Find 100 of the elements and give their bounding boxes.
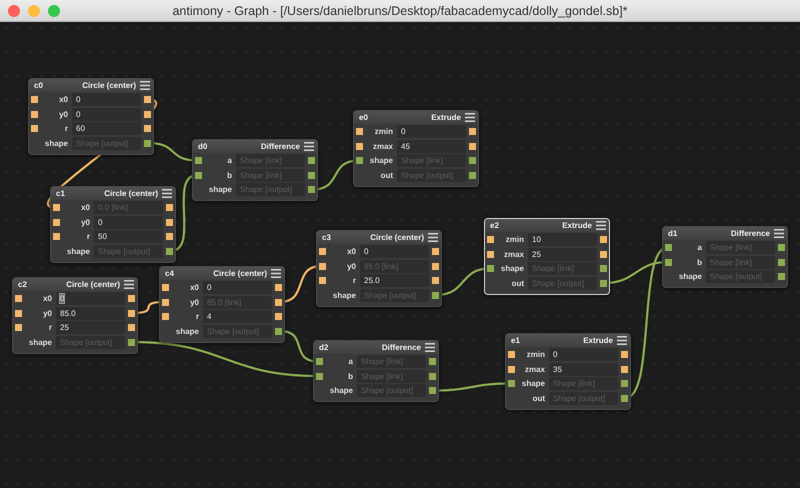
output-port[interactable] <box>166 218 173 226</box>
output-port[interactable] <box>308 172 315 178</box>
input-port[interactable] <box>508 351 515 358</box>
node-id: e2 <box>490 221 499 230</box>
output-port[interactable] <box>166 248 173 254</box>
value-field[interactable]: 0 <box>72 93 141 106</box>
value-field[interactable]: 0 <box>203 281 272 294</box>
value-field[interactable]: 0 <box>94 216 163 228</box>
output-port[interactable] <box>432 262 439 270</box>
value-field[interactable]: 0 <box>397 125 466 138</box>
value-field[interactable]: 0 <box>549 348 618 361</box>
value-field[interactable]: 25 <box>528 248 597 260</box>
value-field[interactable]: 25.0 <box>360 274 429 287</box>
port-label: out <box>532 394 545 402</box>
input-port[interactable] <box>319 277 326 284</box>
value-field[interactable]: 85.0 <box>56 306 125 320</box>
output-port[interactable] <box>778 258 785 266</box>
port-label: zmax <box>372 142 393 150</box>
input-port[interactable] <box>31 125 38 132</box>
output-port[interactable] <box>275 328 282 334</box>
value-field[interactable]: 0 <box>360 245 429 258</box>
input-port[interactable] <box>195 157 202 164</box>
node-id: e0 <box>359 113 368 122</box>
input-port[interactable] <box>319 262 326 270</box>
value-field[interactable]: 0 <box>72 108 141 120</box>
port-label: shape <box>500 264 524 273</box>
value-field[interactable]: 0 <box>56 292 125 305</box>
menu-icon[interactable] <box>617 336 627 345</box>
port-label: shape <box>44 138 68 148</box>
input-port[interactable] <box>53 233 60 240</box>
input-port[interactable] <box>162 284 169 291</box>
output-port[interactable] <box>429 372 436 380</box>
value-field[interactable]: 45 <box>397 140 466 152</box>
input-port[interactable] <box>162 313 169 320</box>
value-field[interactable]: 35 <box>549 362 618 376</box>
menu-icon[interactable] <box>304 142 314 151</box>
value-field[interactable]: 10 <box>528 233 597 246</box>
node-id: e1 <box>511 336 520 345</box>
output-port[interactable] <box>469 172 476 178</box>
value-field[interactable]: 60 <box>72 122 141 135</box>
output-port[interactable] <box>621 366 628 372</box>
input-port[interactable] <box>356 142 363 150</box>
input-port[interactable] <box>508 380 515 387</box>
input-port[interactable] <box>487 265 494 272</box>
input-port[interactable] <box>356 128 363 135</box>
input-port[interactable] <box>508 366 515 372</box>
menu-icon[interactable] <box>140 81 150 90</box>
input-port[interactable] <box>53 204 60 211</box>
port-label: x0 <box>80 203 90 212</box>
menu-icon[interactable] <box>425 343 435 352</box>
output-port[interactable] <box>600 280 607 286</box>
port-label: b <box>347 372 353 380</box>
input-port[interactable] <box>487 236 494 243</box>
node-type: Circle (center) <box>82 81 136 90</box>
input-port[interactable] <box>316 372 323 380</box>
output-port[interactable] <box>144 110 151 118</box>
menu-icon[interactable] <box>774 229 784 238</box>
zoom-button[interactable] <box>48 5 60 17</box>
minimize-button[interactable] <box>28 5 40 17</box>
port-label: b <box>226 170 232 180</box>
output-port[interactable] <box>144 140 151 146</box>
output-port[interactable] <box>128 310 135 316</box>
value-field[interactable]: 25 <box>56 321 125 334</box>
input-port[interactable] <box>15 324 22 331</box>
input-port[interactable] <box>31 96 38 103</box>
output-port[interactable] <box>469 142 476 150</box>
input-port[interactable] <box>487 250 494 258</box>
node-id: c2 <box>18 280 27 289</box>
input-port[interactable] <box>316 358 323 365</box>
output-port[interactable] <box>600 250 607 258</box>
menu-icon[interactable] <box>596 221 606 230</box>
output-port[interactable] <box>128 338 135 346</box>
input-port[interactable] <box>53 218 60 226</box>
window-title: antimony - Graph - [/Users/danielbruns/Desktop/fabacademycad/dolly_gondel.sb]* <box>171 4 629 18</box>
input-port[interactable] <box>31 110 38 118</box>
menu-icon[interactable] <box>428 233 438 242</box>
input-port[interactable] <box>15 310 22 316</box>
output-port[interactable] <box>275 298 282 306</box>
close-button[interactable] <box>8 5 20 17</box>
menu-icon[interactable] <box>162 189 172 198</box>
input-port[interactable] <box>665 258 672 266</box>
output-port[interactable] <box>621 394 628 402</box>
input-port[interactable] <box>356 157 363 164</box>
port-label: shape <box>328 386 353 395</box>
value-field[interactable]: 4 <box>203 310 272 323</box>
input-port[interactable] <box>665 244 672 251</box>
menu-icon[interactable] <box>465 113 475 122</box>
input-port[interactable] <box>319 248 326 255</box>
port-label: shape <box>678 272 702 281</box>
node-type: Circle (center) <box>370 233 424 242</box>
output-port[interactable] <box>432 292 439 298</box>
port-label: r <box>352 276 356 285</box>
menu-icon[interactable] <box>271 269 281 278</box>
input-port[interactable] <box>195 172 202 178</box>
port-label: zmax <box>524 364 545 374</box>
value-field[interactable]: 50 <box>94 230 163 243</box>
input-port[interactable] <box>162 298 169 306</box>
menu-icon[interactable] <box>124 280 134 289</box>
input-port[interactable] <box>15 295 22 302</box>
port-label: y0 <box>346 262 356 270</box>
